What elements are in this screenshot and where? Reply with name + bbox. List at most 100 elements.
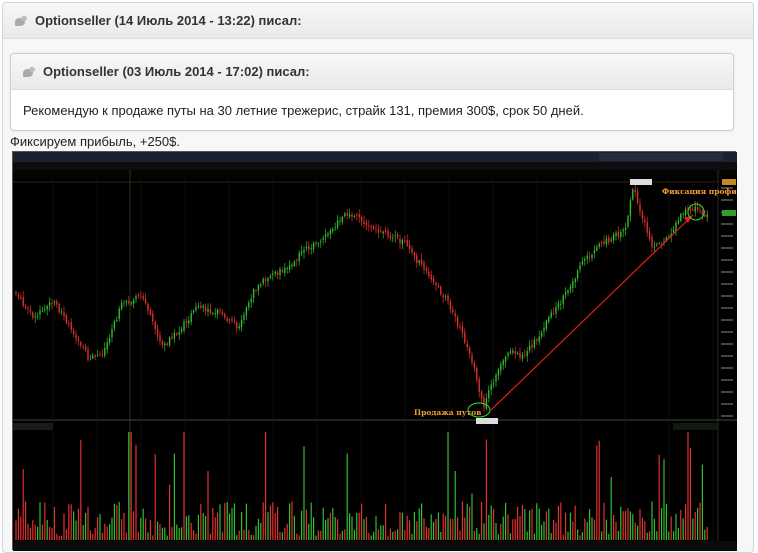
volume-bar bbox=[142, 508, 144, 540]
candle-body bbox=[135, 296, 137, 300]
volume-bar bbox=[440, 531, 442, 540]
volume-bar bbox=[603, 502, 605, 540]
volume-bar bbox=[27, 523, 29, 540]
candle-body bbox=[411, 248, 413, 253]
volume-bar bbox=[404, 530, 406, 540]
candle-body bbox=[615, 232, 617, 237]
volume-bar bbox=[428, 528, 430, 540]
candle-body bbox=[680, 213, 682, 222]
volume-bar bbox=[308, 523, 310, 540]
volume-bar bbox=[176, 524, 178, 540]
candle-body bbox=[401, 239, 404, 245]
volume-bar bbox=[133, 511, 135, 540]
candle-body bbox=[346, 212, 348, 216]
candle-body bbox=[296, 260, 298, 262]
candle-body bbox=[435, 282, 437, 286]
volume-bar bbox=[113, 503, 115, 540]
candle-body bbox=[29, 310, 32, 312]
candle-body bbox=[332, 228, 334, 232]
price-axis-tick bbox=[721, 355, 733, 357]
candle-body bbox=[564, 292, 567, 295]
volume-bar bbox=[51, 527, 53, 540]
volume-bar bbox=[692, 518, 694, 540]
info-bar bbox=[13, 170, 737, 178]
candle-body bbox=[260, 284, 262, 286]
candle-body bbox=[72, 331, 75, 334]
volume-bar bbox=[106, 526, 108, 540]
inner-quote: Optionseller (03 Июль 2014 - 17:02) писа… bbox=[10, 53, 734, 131]
price-axis-tick bbox=[721, 259, 733, 261]
candle-body bbox=[190, 313, 192, 322]
volume-bar bbox=[159, 523, 161, 540]
candle-body bbox=[672, 229, 675, 233]
candle-body bbox=[231, 319, 233, 321]
candle-body bbox=[365, 222, 368, 226]
candle-body bbox=[504, 356, 507, 362]
volume-bar bbox=[32, 520, 34, 540]
candle-body bbox=[276, 272, 279, 275]
candle-body bbox=[538, 336, 540, 342]
volume-bar bbox=[212, 508, 214, 540]
candle-body bbox=[692, 209, 694, 211]
volume-bar bbox=[361, 503, 363, 540]
volume-bar bbox=[101, 532, 103, 540]
candle-body bbox=[41, 310, 44, 312]
volume-bar bbox=[577, 529, 579, 540]
candle-body bbox=[370, 226, 372, 228]
candle-body bbox=[195, 307, 197, 311]
volume-bar bbox=[605, 519, 607, 540]
candle-body bbox=[56, 301, 58, 305]
volume-bar bbox=[34, 524, 36, 540]
candle-body bbox=[221, 312, 224, 315]
candle-body bbox=[644, 219, 646, 223]
candle-body bbox=[550, 312, 552, 318]
volume-bar bbox=[118, 501, 120, 540]
candle-body bbox=[456, 317, 459, 327]
volume-bar bbox=[29, 527, 31, 540]
candle-body bbox=[147, 304, 149, 311]
volume-bar bbox=[687, 432, 689, 540]
candle-body bbox=[488, 389, 490, 399]
candle-body bbox=[432, 278, 435, 282]
volume-bar bbox=[337, 519, 339, 540]
volume-bar bbox=[250, 534, 252, 540]
volume-bar bbox=[363, 519, 365, 540]
candle-body bbox=[20, 297, 22, 299]
volume-bar bbox=[394, 530, 396, 540]
candle-body bbox=[423, 262, 425, 270]
volume-bar bbox=[406, 515, 408, 540]
candle-body bbox=[452, 309, 454, 313]
price-axis-tick bbox=[721, 391, 733, 393]
candle-body bbox=[363, 221, 365, 225]
volume-bar bbox=[543, 521, 545, 540]
volume-bar bbox=[617, 530, 619, 540]
candle-body bbox=[152, 313, 154, 322]
candle-body bbox=[406, 240, 408, 246]
candle-body bbox=[591, 254, 593, 259]
candle-body bbox=[75, 334, 77, 339]
volume-bar bbox=[157, 521, 159, 540]
candle-body bbox=[233, 321, 236, 322]
volume-bar bbox=[625, 510, 627, 540]
candle-body bbox=[598, 243, 600, 247]
volume-bar bbox=[56, 533, 58, 540]
inner-quote-author: Optionseller (03 Июль 2014 - 17:02) писа… bbox=[43, 64, 310, 79]
volume-bar bbox=[279, 531, 281, 540]
candle-body bbox=[200, 305, 202, 308]
outer-quote-author: Optionseller (14 Июль 2014 - 13:22) писа… bbox=[35, 13, 302, 28]
volume-bar bbox=[493, 509, 495, 540]
candle-body bbox=[459, 326, 461, 328]
volume-bar bbox=[217, 512, 219, 540]
candle-body bbox=[166, 343, 168, 345]
volume-bar bbox=[658, 454, 660, 540]
candle-body bbox=[286, 268, 288, 270]
price-chart: Продажа путов Фиксация профита bbox=[13, 152, 737, 551]
candle-body bbox=[164, 343, 166, 346]
volume-bar bbox=[488, 514, 490, 540]
volume-bar bbox=[706, 527, 708, 540]
candle-body bbox=[106, 342, 108, 350]
volume-bar bbox=[183, 432, 185, 540]
candle-body bbox=[303, 249, 305, 253]
candle-body bbox=[572, 281, 574, 288]
candle-body bbox=[27, 307, 29, 310]
